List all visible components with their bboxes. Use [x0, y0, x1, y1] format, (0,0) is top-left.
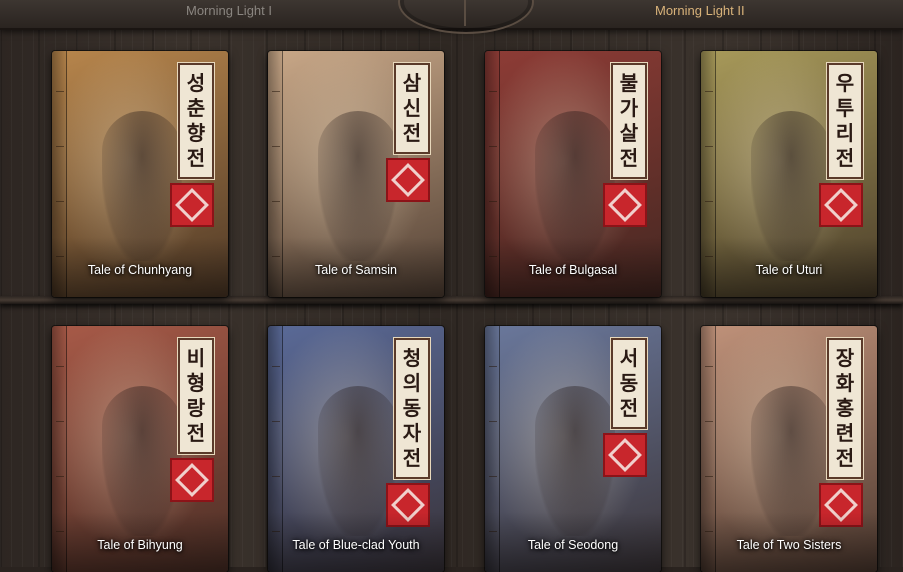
book-korean-title: 불가살전 [611, 63, 647, 179]
book-korean-title: 비형랑전 [178, 338, 214, 454]
spine-stitch [56, 146, 64, 147]
spine-stitch [489, 366, 497, 367]
seal-mark-icon [175, 463, 209, 497]
emblem-divider [464, 0, 466, 26]
seal-mark-icon [824, 188, 858, 222]
book-label: Tale of Two Sisters [736, 538, 842, 552]
spine-stitch [56, 201, 64, 202]
spine-stitch [489, 146, 497, 147]
spine-stitch [705, 421, 713, 422]
red-seal-icon [170, 183, 214, 227]
seal-mark-icon [391, 163, 425, 197]
red-seal-icon [603, 433, 647, 477]
book-card[interactable]: 우투리전 Tale of Uturi [701, 51, 877, 297]
book-card[interactable]: 장화홍련전 Tale of Two Sisters [701, 326, 877, 572]
spine-stitch [489, 201, 497, 202]
top-tab-bar: Morning Light I Morning Light II [0, 0, 903, 34]
seal-mark-icon [608, 188, 642, 222]
book-korean-title: 서동전 [611, 338, 647, 429]
book-korean-title: 삼신전 [394, 63, 430, 154]
book-label: Tale of Chunhyang [87, 263, 193, 277]
book-label: Tale of Bihyung [97, 538, 183, 552]
spine-stitch [705, 476, 713, 477]
spine-stitch [272, 146, 280, 147]
seal-mark-icon [608, 438, 642, 472]
red-seal-icon [819, 183, 863, 227]
spine-stitch [489, 91, 497, 92]
spine-stitch [56, 366, 64, 367]
spine-stitch [272, 421, 280, 422]
red-seal-icon [170, 458, 214, 502]
book-label: Tale of Bulgasal [528, 263, 618, 277]
book-korean-title: 청의동자전 [394, 338, 430, 479]
book-card[interactable]: 성춘향전 Tale of Chunhyang [52, 51, 228, 297]
spine-stitch [272, 476, 280, 477]
tab-morning-light-1[interactable]: Morning Light I [186, 3, 272, 18]
red-seal-icon [386, 158, 430, 202]
spine-stitch [705, 146, 713, 147]
book-korean-title: 우투리전 [827, 63, 863, 179]
spine-stitch [272, 201, 280, 202]
spine-stitch [489, 476, 497, 477]
center-emblem-icon [398, 0, 534, 34]
book-label: Tale of Blue-clad Youth [292, 538, 420, 552]
book-card[interactable]: 불가살전 Tale of Bulgasal [485, 51, 661, 297]
spine-stitch [489, 421, 497, 422]
spine-stitch [272, 91, 280, 92]
book-korean-title: 성춘향전 [178, 63, 214, 179]
spine-stitch [272, 366, 280, 367]
shelf-divider [0, 296, 903, 304]
book-label: Tale of Seodong [527, 538, 619, 552]
book-card[interactable]: 서동전 Tale of Seodong [485, 326, 661, 572]
tab-morning-light-2[interactable]: Morning Light II [655, 3, 745, 18]
book-label: Tale of Uturi [755, 263, 823, 277]
spine-stitch [705, 366, 713, 367]
spine-stitch [56, 91, 64, 92]
spine-stitch [56, 421, 64, 422]
spine-stitch [56, 476, 64, 477]
book-card[interactable]: 비형랑전 Tale of Bihyung [52, 326, 228, 572]
spine-stitch [705, 201, 713, 202]
red-seal-icon [603, 183, 647, 227]
spine-stitch [705, 91, 713, 92]
book-korean-title: 장화홍련전 [827, 338, 863, 479]
book-card[interactable]: 삼신전 Tale of Samsin [268, 51, 444, 297]
book-card[interactable]: 청의동자전 Tale of Blue-clad Youth [268, 326, 444, 572]
seal-mark-icon [175, 188, 209, 222]
book-label: Tale of Samsin [315, 263, 397, 277]
